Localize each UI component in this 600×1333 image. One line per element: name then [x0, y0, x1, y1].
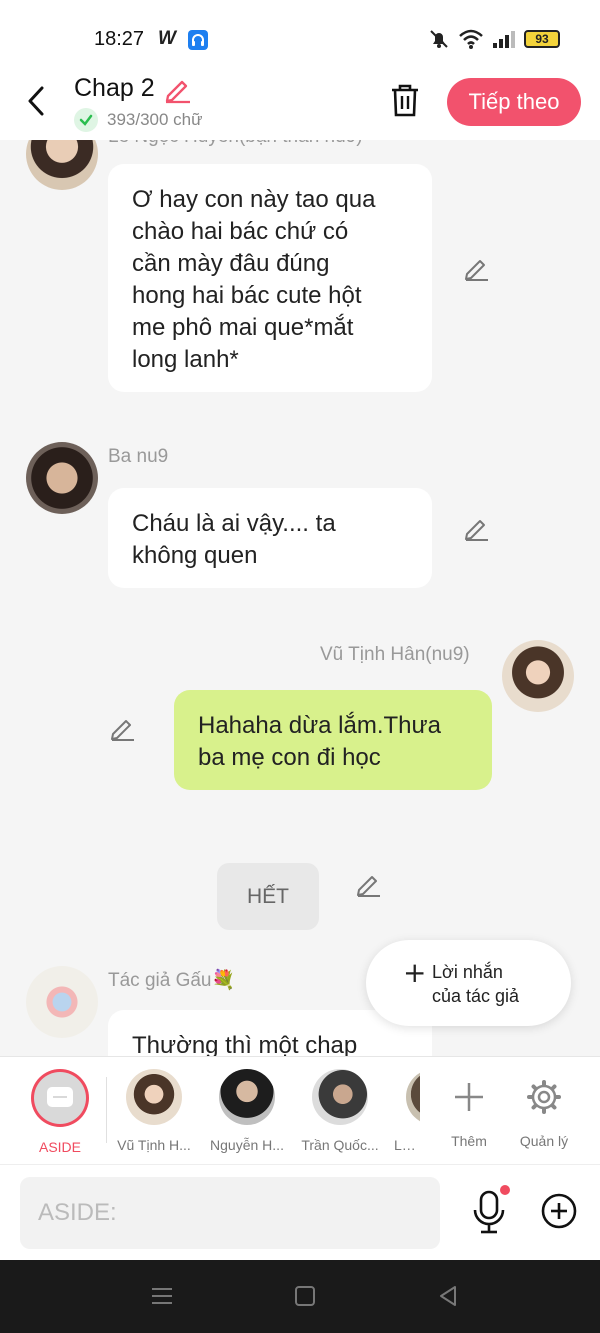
avatar: [406, 1069, 420, 1125]
battery-icon: 93: [524, 30, 560, 48]
status-time: 18:27: [94, 28, 145, 50]
header: Chap 2 393/300 chữ Tiếp theo: [0, 70, 600, 140]
w-app-icon: W: [158, 28, 176, 49]
signal-icon: [493, 31, 515, 48]
edit-title-icon[interactable]: [162, 74, 192, 104]
sender-name: Ba nu9: [108, 446, 169, 467]
character-label: Nguyễn H...: [210, 1137, 284, 1153]
character-item[interactable]: Trần Quốc...: [295, 1069, 385, 1153]
avatar[interactable]: [26, 442, 98, 514]
avatar[interactable]: [26, 140, 98, 190]
back-arrow-icon[interactable]: [22, 84, 52, 118]
headphones-app-icon: [188, 30, 208, 50]
plus-icon: [455, 1083, 483, 1111]
menu-icon[interactable]: [150, 1284, 174, 1308]
character-bar: ASIDE Vũ Tịnh H... Nguyễn H... Trần Quốc…: [0, 1056, 600, 1164]
character-item[interactable]: Nguyễn H...: [202, 1069, 292, 1153]
character-item[interactable]: Lê N: [388, 1069, 420, 1153]
character-label: Lê N: [394, 1137, 420, 1153]
back-icon[interactable]: [436, 1284, 460, 1308]
wifi-icon: [459, 29, 483, 49]
sender-name: Vũ Tịnh Hân(nu9): [320, 644, 470, 665]
edit-message-icon[interactable]: [108, 714, 136, 742]
status-icons: 93: [428, 28, 560, 50]
notification-dot: [500, 1185, 510, 1195]
sender-name: Lê Ngọc Huyền(bạn thân nu9): [108, 140, 363, 148]
end-chip[interactable]: HẾT: [217, 863, 319, 930]
mute-bell-icon: [430, 30, 448, 48]
next-button[interactable]: Tiếp theo: [447, 78, 581, 126]
system-nav-bar: [0, 1260, 600, 1333]
avatar: [219, 1069, 275, 1125]
aside-avatar: [31, 1069, 89, 1127]
avatar: [126, 1069, 182, 1125]
chapter-title[interactable]: Chap 2: [74, 74, 155, 103]
author-note-button[interactable]: + Lời nhắn của tác giả: [366, 940, 571, 1026]
avatar[interactable]: [502, 640, 574, 712]
check-icon: [74, 108, 98, 132]
input-bar: [0, 1164, 600, 1260]
divider: [106, 1077, 107, 1143]
avatar[interactable]: [26, 966, 98, 1038]
character-label: ASIDE: [38, 1139, 81, 1155]
message-bubble[interactable]: Cháu là ai vậy.... ta không quen: [108, 488, 432, 588]
author-note-label: Lời nhắn của tác giả: [432, 962, 520, 1006]
message-input[interactable]: [20, 1177, 440, 1249]
manage-label: Quản lý: [519, 1133, 569, 1149]
gear-icon: [527, 1080, 561, 1114]
sender-name: Tác giả Gấu💐: [108, 970, 236, 991]
avatar: [312, 1069, 368, 1125]
plus-icon: +: [403, 956, 427, 989]
edit-message-icon[interactable]: [462, 254, 490, 282]
edit-message-icon[interactable]: [462, 514, 490, 542]
message-icon: [47, 1087, 73, 1107]
word-count: 393/300 chữ: [107, 110, 203, 129]
character-aside[interactable]: ASIDE: [15, 1069, 105, 1155]
add-circle-icon[interactable]: [540, 1192, 578, 1230]
message-bubble[interactable]: Ơ hay con này tao qua chào hai bác chứ c…: [108, 164, 432, 392]
character-item[interactable]: Vũ Tịnh H...: [109, 1069, 199, 1153]
character-label: Trần Quốc...: [301, 1137, 379, 1153]
trash-icon[interactable]: [388, 82, 422, 118]
edit-end-icon[interactable]: [354, 870, 382, 898]
microphone-icon[interactable]: [470, 1189, 508, 1235]
character-label: Vũ Tịnh H...: [117, 1137, 191, 1153]
status-bar: 18:27 W 93: [0, 0, 600, 80]
manage-button[interactable]: Quản lý: [499, 1069, 589, 1149]
message-bubble[interactable]: Hahaha dừa lắm.Thưa ba mẹ con đi học: [174, 690, 492, 790]
home-icon[interactable]: [293, 1284, 317, 1308]
chat-area: Lê Ngọc Huyền(bạn thân nu9) Ơ hay con nà…: [0, 140, 600, 1056]
